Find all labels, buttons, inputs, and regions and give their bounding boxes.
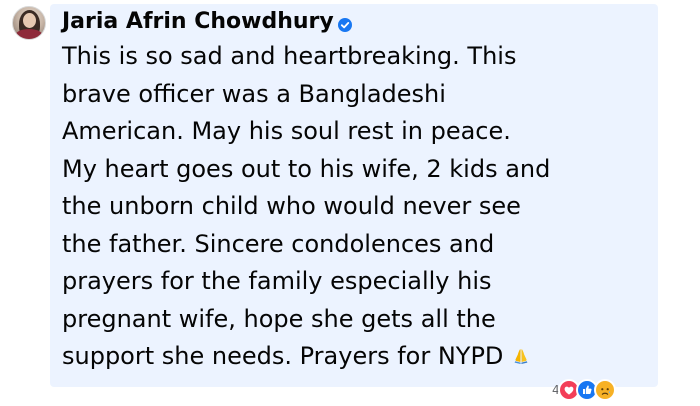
avatar-shoulders (15, 29, 43, 39)
comment-line: the unborn child who would never see (62, 192, 521, 220)
author-row: Jaria Afrin Chowdhury (62, 7, 352, 37)
comment-line: prayers for the family especially his (62, 267, 492, 295)
comment-card: Jaria Afrin Chowdhury This is so sad and… (0, 0, 700, 406)
comment-text: This is so sad and heartbreaking. This b… (62, 38, 652, 376)
comment-line: pregnant wife, hope she gets all the (62, 304, 496, 333)
comment-line: This is so sad and heartbreaking. This (62, 42, 517, 70)
comment-line: support she needs. Prayers for NYPD (62, 342, 504, 370)
verified-badge-icon (337, 17, 352, 32)
comment-line: brave officer was a Bangladeshi (62, 79, 446, 108)
reactions-summary[interactable]: 4 (552, 379, 616, 401)
avatar-face (23, 13, 36, 28)
folded-hands-icon (511, 340, 531, 364)
comment-line: the father. Sincere condolences and (62, 229, 495, 258)
sad-reaction-icon (593, 379, 616, 401)
comment-line: American. May his soul rest in peace. (62, 117, 511, 145)
comment-last-line: support she needs. Prayers for NYPD (62, 338, 652, 376)
comment-line: My heart goes out to his wife, 2 kids an… (62, 154, 551, 183)
author-name[interactable]: Jaria Afrin Chowdhury (62, 7, 334, 37)
avatar[interactable] (12, 6, 46, 40)
